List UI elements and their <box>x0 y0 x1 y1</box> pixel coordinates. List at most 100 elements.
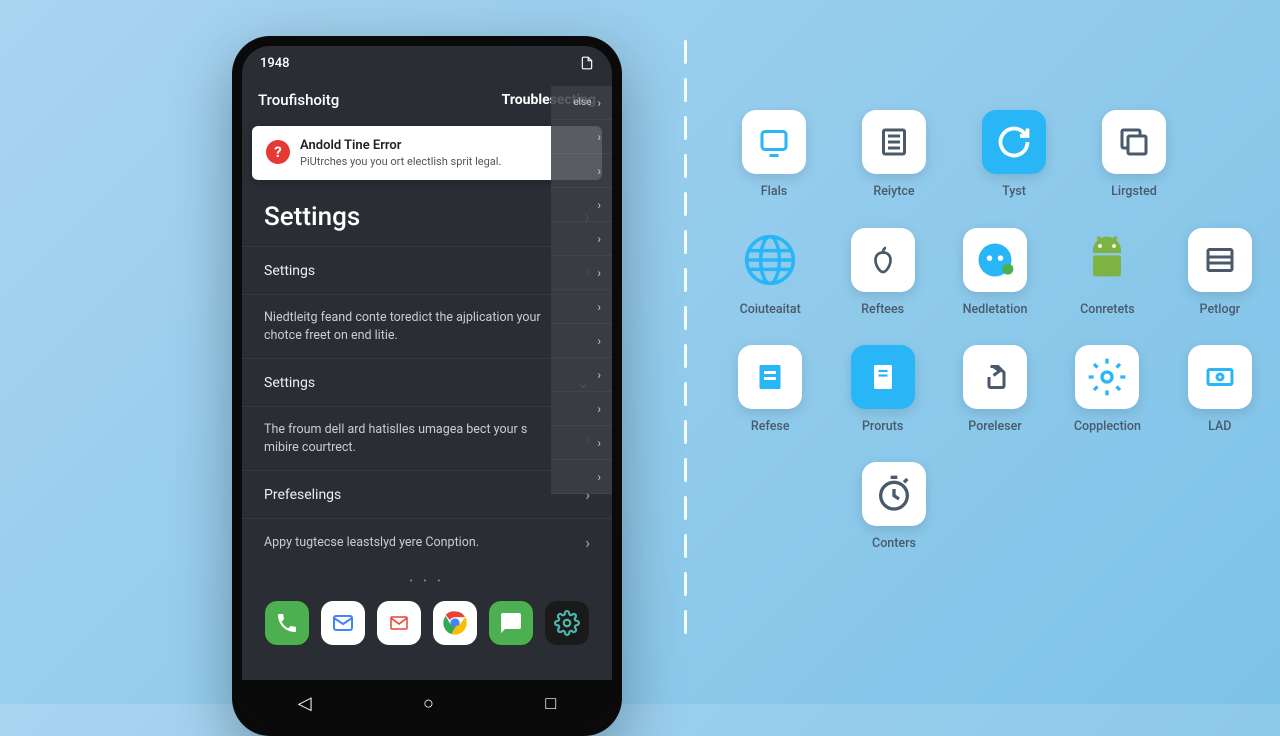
settings-app-icon[interactable] <box>545 601 589 645</box>
app-label: Reftees <box>861 302 904 317</box>
chevron-right-icon: › <box>597 470 601 484</box>
chevron-right-icon: › <box>597 436 601 450</box>
chevron-right-icon: › <box>597 300 601 314</box>
row-text: The froum dell ard hatislles umagea bect… <box>264 421 585 456</box>
android-icon <box>1075 228 1139 292</box>
app-conters[interactable]: Conters <box>850 462 938 551</box>
chevron-right-icon: › <box>597 402 601 416</box>
app-conretets[interactable]: Conretets <box>1067 228 1147 317</box>
app-petlogr[interactable]: Petlogr <box>1180 228 1260 317</box>
app-label: Copplection <box>1074 419 1141 434</box>
phone-app-icon[interactable] <box>265 601 309 645</box>
app-label: Lirgsted <box>1111 184 1157 199</box>
error-title: Andold Tine Error <box>300 138 501 153</box>
side-row[interactable]: › <box>551 188 612 222</box>
error-icon: ? <box>266 140 290 164</box>
chevron-right-icon: › <box>585 533 590 552</box>
app-nedletation[interactable]: Nedletation <box>955 228 1035 317</box>
app-label: Tyst <box>1002 184 1026 199</box>
app-proruts[interactable]: Proruts <box>842 345 922 434</box>
chevron-right-icon: › <box>597 198 601 212</box>
phone-frame: 1948 Troufishoitg Troublesecting ? Andol… <box>232 36 622 736</box>
app-grid: Flals Reiytce Tyst Lirgsted Coiuteaitat … <box>730 110 1260 579</box>
side-row[interactable]: › <box>551 324 612 358</box>
chevron-right-icon: › <box>597 164 601 178</box>
side-row[interactable]: › <box>551 256 612 290</box>
app-label: Refese <box>751 419 790 434</box>
chevron-right-icon: › <box>597 96 601 110</box>
app-copplection[interactable]: Copplection <box>1067 345 1147 434</box>
copy-icon <box>1102 110 1166 174</box>
app-reiytce[interactable]: Reiytce <box>850 110 938 200</box>
side-row[interactable]: › <box>551 290 612 324</box>
side-row[interactable]: › <box>551 154 612 188</box>
nav-home-icon[interactable]: ○ <box>423 693 434 714</box>
sync-icon <box>982 110 1046 174</box>
monitor-icon <box>742 110 806 174</box>
gear-icon <box>1075 345 1139 409</box>
app-reftees[interactable]: Reftees <box>842 228 922 317</box>
app-label: Flals <box>761 184 787 199</box>
side-label: else <box>573 97 591 108</box>
chevron-right-icon: › <box>597 334 601 348</box>
globe-icon <box>738 228 802 292</box>
app-label: LAD <box>1208 419 1231 434</box>
side-row[interactable]: › <box>551 358 612 392</box>
gmail-app-icon[interactable] <box>377 601 421 645</box>
side-row[interactable]: › <box>551 222 612 256</box>
app-label: Conretets <box>1080 302 1135 317</box>
app-label: Reiytce <box>873 184 914 200</box>
status-time: 1948 <box>260 56 290 71</box>
document-icon <box>738 345 802 409</box>
row-text: Niedtleitg feand conte toredict the ajpl… <box>264 309 590 344</box>
app-label: Poreleser <box>968 419 1021 434</box>
book-icon <box>851 345 915 409</box>
app-refese[interactable]: Refese <box>730 345 810 434</box>
vertical-divider <box>684 40 687 664</box>
robot-icon <box>963 228 1027 292</box>
side-row[interactable]: › <box>551 392 612 426</box>
chevron-right-icon: › <box>597 266 601 280</box>
nav-recent-icon[interactable]: □ <box>545 693 556 714</box>
side-row[interactable]: else › <box>551 86 612 120</box>
app-flals[interactable]: Flals <box>730 110 818 199</box>
device-icon <box>1188 345 1252 409</box>
app-lirgsted[interactable]: Lirgsted <box>1090 110 1178 199</box>
chevron-right-icon: › <box>597 368 601 382</box>
side-row[interactable]: › <box>551 460 612 494</box>
error-subtitle: PiUtrches you you ort electlish sprit le… <box>300 155 501 168</box>
row-label: Prefeselings <box>264 487 341 503</box>
app-label: Coiuteaitat <box>740 302 801 317</box>
nav-bar: ◁ ○ □ <box>242 680 612 726</box>
side-row[interactable]: › <box>551 120 612 154</box>
app-label: Petlogr <box>1200 302 1241 317</box>
row-conption[interactable]: Appy tugtecse leastslyd yere Conption. › <box>242 518 612 566</box>
apple-icon <box>851 228 915 292</box>
app-lad[interactable]: LAD <box>1180 345 1260 434</box>
error-card[interactable]: ? Andold Tine Error PiUtrches you you or… <box>252 126 602 180</box>
side-row[interactable]: › <box>551 426 612 460</box>
mail-app-icon[interactable] <box>321 601 365 645</box>
app-label: Proruts <box>862 419 903 434</box>
chevron-right-icon: › <box>597 130 601 144</box>
chrome-app-icon[interactable] <box>433 601 477 645</box>
list-icon <box>862 110 926 174</box>
side-panel: else › › › › › › › › › › › › <box>551 86 612 494</box>
nav-back-icon[interactable]: ◁ <box>298 693 312 714</box>
chat-app-icon[interactable] <box>489 601 533 645</box>
row-text: Appy tugtecse leastslyd yere Conption. <box>264 534 509 552</box>
app-label: Nedletation <box>963 302 1028 317</box>
app-poreleser[interactable]: Poreleser <box>955 345 1035 434</box>
tab-left[interactable]: Troufishoitg <box>258 91 339 109</box>
dock <box>242 587 612 655</box>
page-indicator: • • • <box>242 576 612 587</box>
app-coiuteaitat[interactable]: Coiuteaitat <box>730 228 810 317</box>
app-tyst[interactable]: Tyst <box>970 110 1058 199</box>
settings-heading-label: Settings <box>264 202 360 232</box>
stopwatch-icon <box>862 462 926 526</box>
phone-screen: 1948 Troufishoitg Troublesecting ? Andol… <box>242 46 612 726</box>
app-label: Conters <box>872 536 916 551</box>
share-icon <box>963 345 1027 409</box>
status-bar: 1948 <box>242 46 612 80</box>
chevron-right-icon: › <box>597 232 601 246</box>
